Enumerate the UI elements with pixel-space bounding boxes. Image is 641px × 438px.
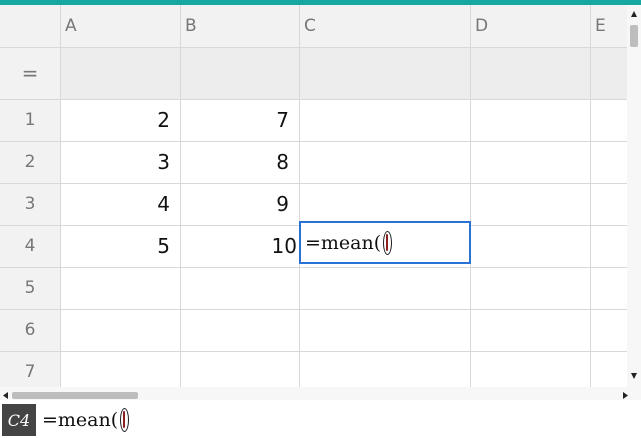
grid-line [590,5,591,387]
row-header-3[interactable]: 3 [0,183,60,225]
row-header-7[interactable]: 7 [0,351,60,387]
cell-a3-value: 4 [157,192,170,216]
column-header-a[interactable]: A [60,5,180,47]
horizontal-scroll-thumb [12,392,138,399]
vertical-scrollbar[interactable] [627,5,641,387]
column-header-c-label: C [304,16,316,36]
cell-a1-value: 2 [157,108,170,132]
cell-a4[interactable]: 5 [60,225,180,267]
vertical-scroll-thumb [630,25,638,47]
cell-b3[interactable]: 9 [180,183,299,225]
column-header-b[interactable]: B [180,5,299,47]
scroll-up-arrow-icon [631,11,637,17]
row-header-5[interactable]: 5 [0,267,60,309]
row-header-6-label: 6 [24,320,36,340]
cell-b2[interactable]: 8 [180,141,299,183]
row-header-2[interactable]: 2 [0,141,60,183]
formula-cell-a[interactable] [60,47,180,99]
column-header-c[interactable]: C [299,5,470,47]
row-header-6[interactable]: 6 [0,309,60,351]
text-cursor-icon [383,230,393,255]
grid-line [0,267,627,268]
formula-cell-b[interactable] [180,47,299,99]
entry-line-content: =mean( [42,409,119,431]
formula-row-header[interactable]: = [0,47,60,99]
formula-cell-c[interactable] [299,47,470,99]
row-header-1-label: 1 [24,110,36,130]
row-header-4-label: 4 [24,236,36,256]
formula-cell-e[interactable] [590,47,627,99]
formula-cell-d[interactable] [470,47,590,99]
column-header-a-label: A [65,16,77,36]
cell-a2-value: 3 [157,150,170,174]
cell-a2[interactable]: 3 [60,141,180,183]
row-header-7-label: 7 [24,362,36,382]
grid-line [0,351,627,352]
scroll-left-arrow-icon [3,392,8,399]
row-header-4[interactable]: 4 [0,225,60,267]
column-header-e[interactable]: E [590,5,627,47]
entry-line-input[interactable]: =mean( [42,404,130,436]
grid-line [299,5,300,387]
column-header-d-label: D [475,16,489,36]
cell-reference-badge: C4 [2,404,36,436]
active-cell-content: =mean( [305,231,382,254]
scroll-right-arrow-icon [623,392,628,399]
spreadsheet-grid[interactable]: A B C D E = 1 2 3 4 5 6 7 2 7 3 8 4 9 5 … [0,5,627,387]
row-header-3-label: 3 [24,194,36,214]
row-header-2-label: 2 [24,152,36,172]
formula-row-label: = [21,61,39,85]
grid-line [0,309,627,310]
column-header-b-label: B [185,16,197,36]
active-cell-c4[interactable]: =mean( [299,221,471,264]
cell-b4[interactable]: 10 [180,225,299,267]
cell-b2-value: 8 [276,150,289,174]
cell-reference-label: C4 [7,410,31,430]
cell-a3[interactable]: 4 [60,183,180,225]
column-header-e-label: E [595,16,606,36]
grid-line [470,5,471,387]
row-header-5-label: 5 [24,278,36,298]
cell-b3-value: 9 [276,192,289,216]
cell-b1[interactable]: 7 [180,99,299,141]
row-header-1[interactable]: 1 [0,99,60,141]
vertical-scrollbar-graphic [630,11,638,379]
cell-b1-value: 7 [276,108,289,132]
cell-a4-value: 5 [157,234,170,258]
scroll-down-arrow-icon [631,373,637,379]
grid-line [0,47,627,48]
cell-b4-value: 10 [271,234,297,258]
horizontal-scrollbar[interactable] [0,387,641,400]
entry-cursor-icon [120,408,130,432]
corner-cell[interactable] [0,5,60,47]
column-header-d[interactable]: D [470,5,590,47]
cell-a1[interactable]: 2 [60,99,180,141]
